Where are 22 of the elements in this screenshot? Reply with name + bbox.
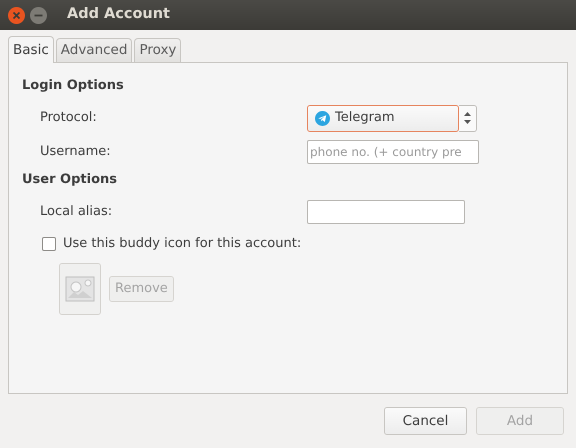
protocol-dropdown[interactable]: Telegram xyxy=(307,104,459,132)
field-label: Local alias: xyxy=(39,203,114,222)
image-icon xyxy=(65,276,95,302)
section-heading: User Options xyxy=(22,171,118,189)
minimize-button[interactable] xyxy=(29,6,48,24)
tab[interactable]: Basic xyxy=(8,36,54,63)
spin-arrows-icon xyxy=(464,112,471,124)
field-label: Protocol: xyxy=(39,109,98,128)
close-button[interactable] xyxy=(7,6,26,24)
checkbox-label: Use this buddy icon for this account: xyxy=(63,235,302,254)
tab[interactable]: Advanced xyxy=(56,38,132,62)
field-label: Username: xyxy=(39,143,112,162)
spin-button[interactable] xyxy=(459,104,477,132)
tab[interactable]: Proxy xyxy=(134,38,182,62)
alias-field[interactable] xyxy=(307,200,465,224)
section-heading: Login Options xyxy=(22,77,125,95)
cancel-button[interactable]: Cancel xyxy=(384,407,467,435)
paper-plane-icon xyxy=(315,110,330,126)
buddy-icon-button[interactable] xyxy=(59,263,101,315)
checkbox[interactable] xyxy=(42,237,56,251)
window-title: Add Account xyxy=(67,5,170,24)
username-field[interactable]: phone no. (+ country pre xyxy=(307,140,479,164)
